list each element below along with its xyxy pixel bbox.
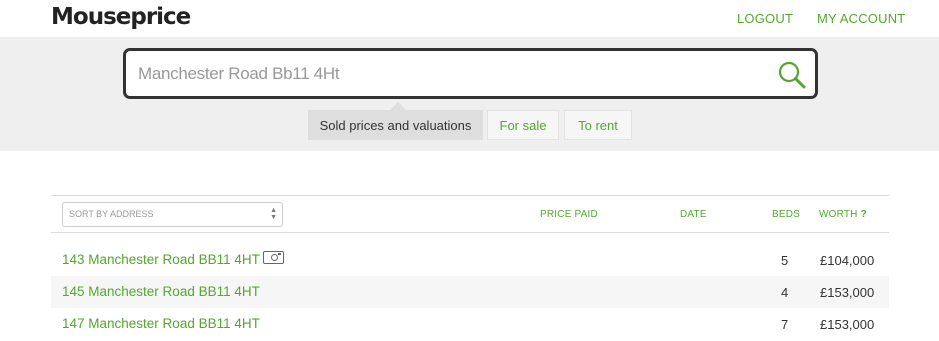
- tab-sold-prices[interactable]: Sold prices and valuations: [308, 110, 483, 140]
- active-tab-pointer: [390, 102, 406, 110]
- search-input[interactable]: [138, 51, 758, 96]
- my-account-link[interactable]: MY ACCOUNT: [817, 11, 905, 26]
- search-band: Sold prices and valuations For sale To r…: [0, 37, 939, 151]
- search-box: [123, 48, 818, 99]
- table-row: 143 Manchester Road BB11 4HT 5 £104,000: [51, 244, 889, 276]
- property-address-link[interactable]: 147 Manchester Road BB11 4HT: [62, 316, 260, 331]
- search-button[interactable]: [777, 60, 807, 90]
- column-beds[interactable]: BEDS: [772, 209, 800, 220]
- column-worth-label: WORTH: [819, 209, 858, 220]
- column-worth[interactable]: WORTH ?: [819, 209, 867, 220]
- logo[interactable]: Mouseprice: [51, 4, 191, 30]
- worth-value: £153,000: [820, 285, 875, 300]
- property-address-link[interactable]: 143 Manchester Road BB11 4HT: [62, 252, 260, 267]
- worth-help-icon[interactable]: ?: [861, 209, 867, 220]
- sort-select[interactable]: SORT BY ADDRESS ▲ ▼: [62, 202, 283, 227]
- worth-value: £104,000: [820, 253, 875, 268]
- site-header: Mouseprice LOGOUT MY ACCOUNT: [0, 0, 939, 37]
- column-date[interactable]: DATE: [680, 209, 707, 220]
- tab-to-rent[interactable]: To rent: [564, 110, 632, 140]
- table-header: SORT BY ADDRESS ▲ ▼ PRICE PAID DATE BEDS …: [51, 195, 889, 233]
- results-table: SORT BY ADDRESS ▲ ▼ PRICE PAID DATE BEDS …: [51, 195, 889, 332]
- sort-select-label: SORT BY ADDRESS: [69, 209, 154, 219]
- property-address-link[interactable]: 145 Manchester Road BB11 4HT: [62, 284, 260, 299]
- table-row: 145 Manchester Road BB11 4HT 4 £153,000: [51, 276, 889, 308]
- beds-value: 5: [781, 253, 789, 268]
- beds-value: 7: [781, 317, 789, 332]
- search-icon: [778, 61, 806, 89]
- beds-value: 4: [781, 285, 789, 300]
- column-price-paid[interactable]: PRICE PAID: [540, 209, 598, 220]
- worth-value: £153,000: [820, 317, 875, 332]
- tab-for-sale[interactable]: For sale: [487, 110, 559, 140]
- camera-icon[interactable]: [263, 251, 284, 264]
- table-row: 147 Manchester Road BB11 4HT 7 £153,000: [51, 308, 889, 340]
- select-arrows-icon: ▲ ▼: [270, 207, 277, 221]
- logout-link[interactable]: LOGOUT: [737, 11, 793, 26]
